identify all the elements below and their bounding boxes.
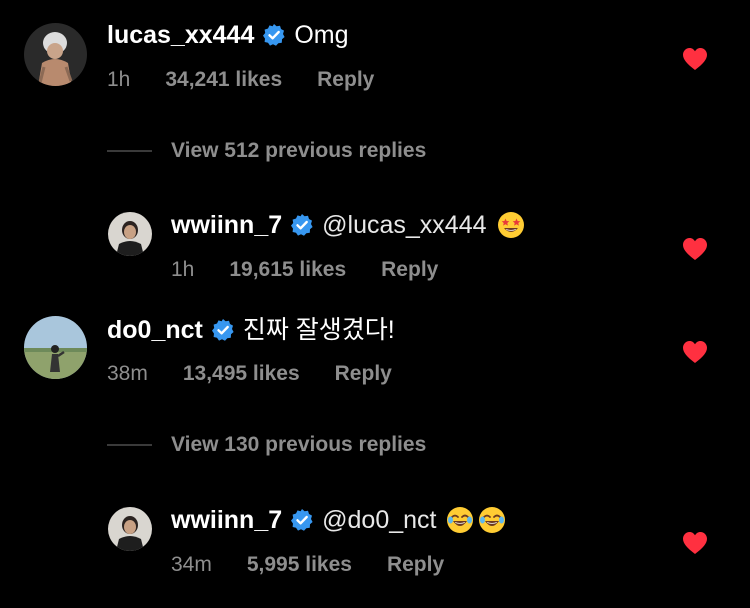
view-replies-label: View 512 previous replies — [171, 139, 427, 162]
comment-text[interactable]: @do0_nct — [322, 505, 436, 535]
heart-icon[interactable] — [682, 47, 708, 71]
joy-emoji-icon — [446, 506, 474, 534]
avatar[interactable] — [108, 212, 152, 256]
avatar[interactable] — [24, 316, 87, 379]
reply-button[interactable]: Reply — [317, 67, 374, 93]
reply-button[interactable]: Reply — [381, 257, 438, 283]
verified-badge-icon — [290, 508, 314, 532]
likes-count[interactable]: 34,241 likes — [165, 67, 282, 93]
username[interactable]: wwiinn_7 — [171, 505, 282, 535]
view-replies-label: View 130 previous replies — [171, 433, 427, 456]
comment-time: 38m — [107, 362, 148, 385]
verified-badge-icon — [262, 23, 286, 47]
avatar[interactable] — [24, 23, 87, 86]
heart-icon[interactable] — [682, 531, 708, 555]
thread-divider — [107, 150, 152, 152]
comment-text: 진짜 잘생겼다! — [242, 316, 395, 344]
comment-text[interactable]: @lucas_xx444 — [322, 210, 486, 240]
comment-text: Omg — [294, 21, 349, 49]
comment-time: 1h — [107, 68, 131, 91]
username[interactable]: do0_nct — [107, 315, 203, 345]
comment-time: 34m — [171, 553, 212, 576]
joy-emoji-icon — [478, 506, 506, 534]
verified-badge-icon — [290, 213, 314, 237]
view-previous-replies-button[interactable]: View 512 previous replies — [107, 139, 426, 163]
thread-divider — [107, 444, 152, 446]
likes-count[interactable]: 5,995 likes — [247, 552, 352, 578]
reply-button[interactable]: Reply — [335, 361, 392, 387]
avatar[interactable] — [108, 507, 152, 551]
username[interactable]: wwiinn_7 — [171, 210, 282, 240]
star-struck-emoji-icon — [497, 211, 525, 239]
heart-icon[interactable] — [682, 237, 708, 261]
view-previous-replies-button[interactable]: View 130 previous replies — [107, 433, 426, 457]
comments-thread: lucas_xx444 Omg 1h 34,241 likes Reply Vi… — [0, 0, 750, 608]
verified-badge-icon — [211, 318, 235, 342]
comment-time: 1h — [171, 258, 195, 281]
likes-count[interactable]: 13,495 likes — [183, 361, 300, 387]
username[interactable]: lucas_xx444 — [107, 20, 254, 50]
heart-icon[interactable] — [682, 340, 708, 364]
reply-button[interactable]: Reply — [387, 552, 444, 578]
likes-count[interactable]: 19,615 likes — [229, 257, 346, 283]
